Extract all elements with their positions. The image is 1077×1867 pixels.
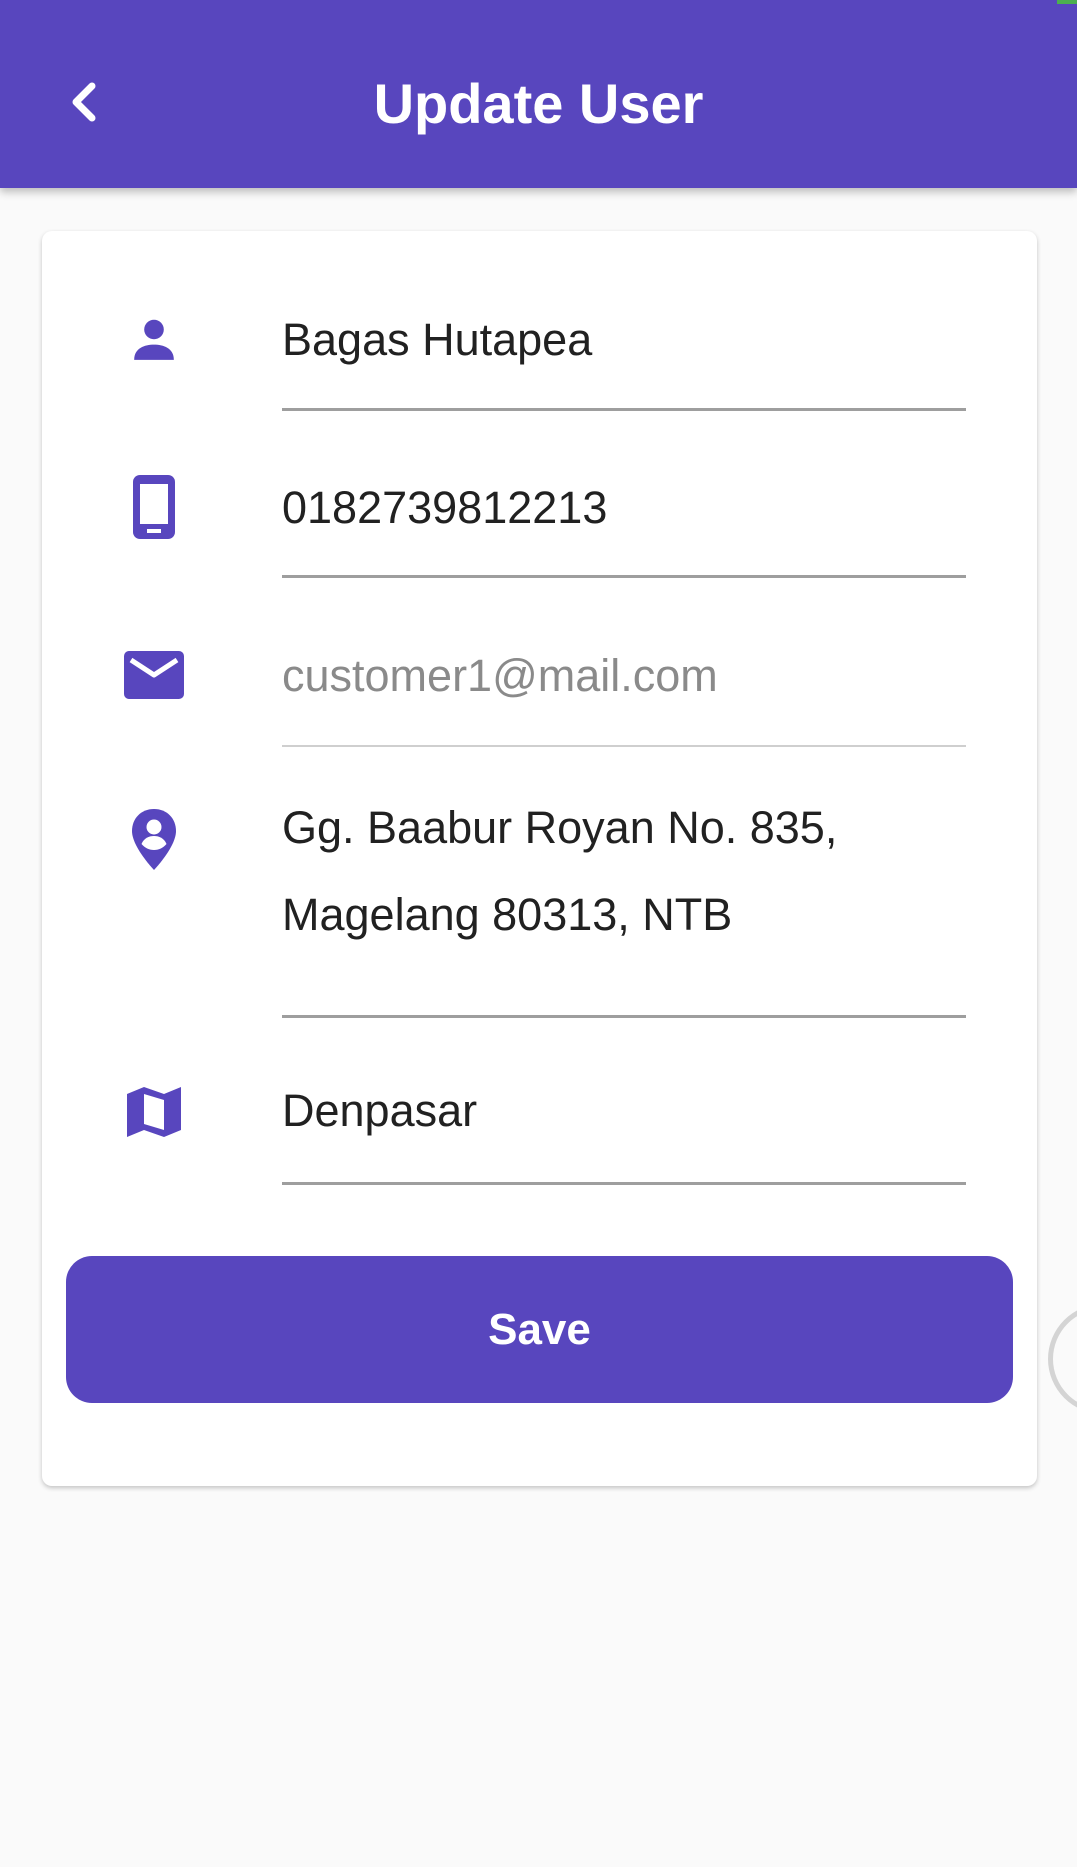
phone-input[interactable]: [282, 464, 966, 551]
name-underline: [282, 408, 966, 411]
city-underline: [282, 1182, 966, 1185]
map-icon: [114, 1072, 194, 1152]
user-form-card: Gg. Baabur Royan No. 835, Magelang 80313…: [42, 231, 1037, 1486]
email-input[interactable]: [282, 632, 966, 719]
person-icon: [114, 300, 194, 380]
address-input[interactable]: Gg. Baabur Royan No. 835, Magelang 80313…: [282, 784, 966, 958]
address-underline: [282, 1015, 966, 1018]
save-button[interactable]: Save: [66, 1256, 1013, 1403]
status-indicator: [1057, 0, 1077, 4]
edge-swipe-handle[interactable]: [1048, 1304, 1077, 1414]
smartphone-icon: [114, 467, 194, 547]
name-input[interactable]: [282, 296, 966, 383]
app-bar: Update User: [0, 0, 1077, 188]
page-title: Update User: [373, 72, 704, 135]
mail-icon: [114, 635, 194, 715]
phone-underline: [282, 575, 966, 578]
location-pin-icon: [114, 800, 194, 880]
email-underline: [282, 745, 966, 747]
city-input[interactable]: [282, 1067, 966, 1154]
